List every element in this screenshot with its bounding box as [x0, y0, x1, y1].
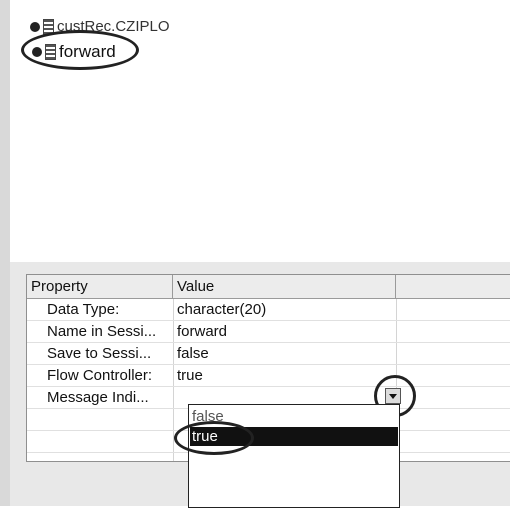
table-header: Property Value: [27, 275, 510, 299]
property-key: Message Indi...: [47, 389, 149, 406]
property-value[interactable]: forward: [177, 323, 227, 340]
column-header-value[interactable]: Value: [173, 275, 396, 298]
table-row[interactable]: Flow Controller: true: [27, 365, 510, 387]
property-key: Name in Sessi...: [47, 323, 157, 340]
properties-panel: Property Value Data Type: character(20) …: [10, 262, 510, 508]
property-key: Save to Sessi...: [47, 345, 152, 362]
table-row[interactable]: Name in Sessi... forward: [27, 321, 510, 343]
table-row[interactable]: Data Type: character(20): [27, 299, 510, 321]
table-row[interactable]: Save to Sessi... false: [27, 343, 510, 365]
left-border-strip: [0, 0, 10, 506]
highlight-oval: [21, 30, 139, 70]
properties-table: Property Value Data Type: character(20) …: [26, 274, 510, 508]
property-key: Flow Controller:: [47, 367, 153, 384]
column-header-property[interactable]: Property: [27, 275, 173, 298]
property-value[interactable]: character(20): [177, 301, 266, 318]
dropdown-list[interactable]: false true: [188, 404, 400, 508]
property-value[interactable]: false: [177, 345, 209, 362]
node-bullet-icon: [30, 21, 40, 32]
outline-tree: custRec.CZIPLO forward: [10, 0, 510, 262]
property-value[interactable]: true: [177, 367, 203, 384]
highlight-oval: [174, 421, 254, 455]
property-key: Data Type:: [47, 301, 120, 318]
